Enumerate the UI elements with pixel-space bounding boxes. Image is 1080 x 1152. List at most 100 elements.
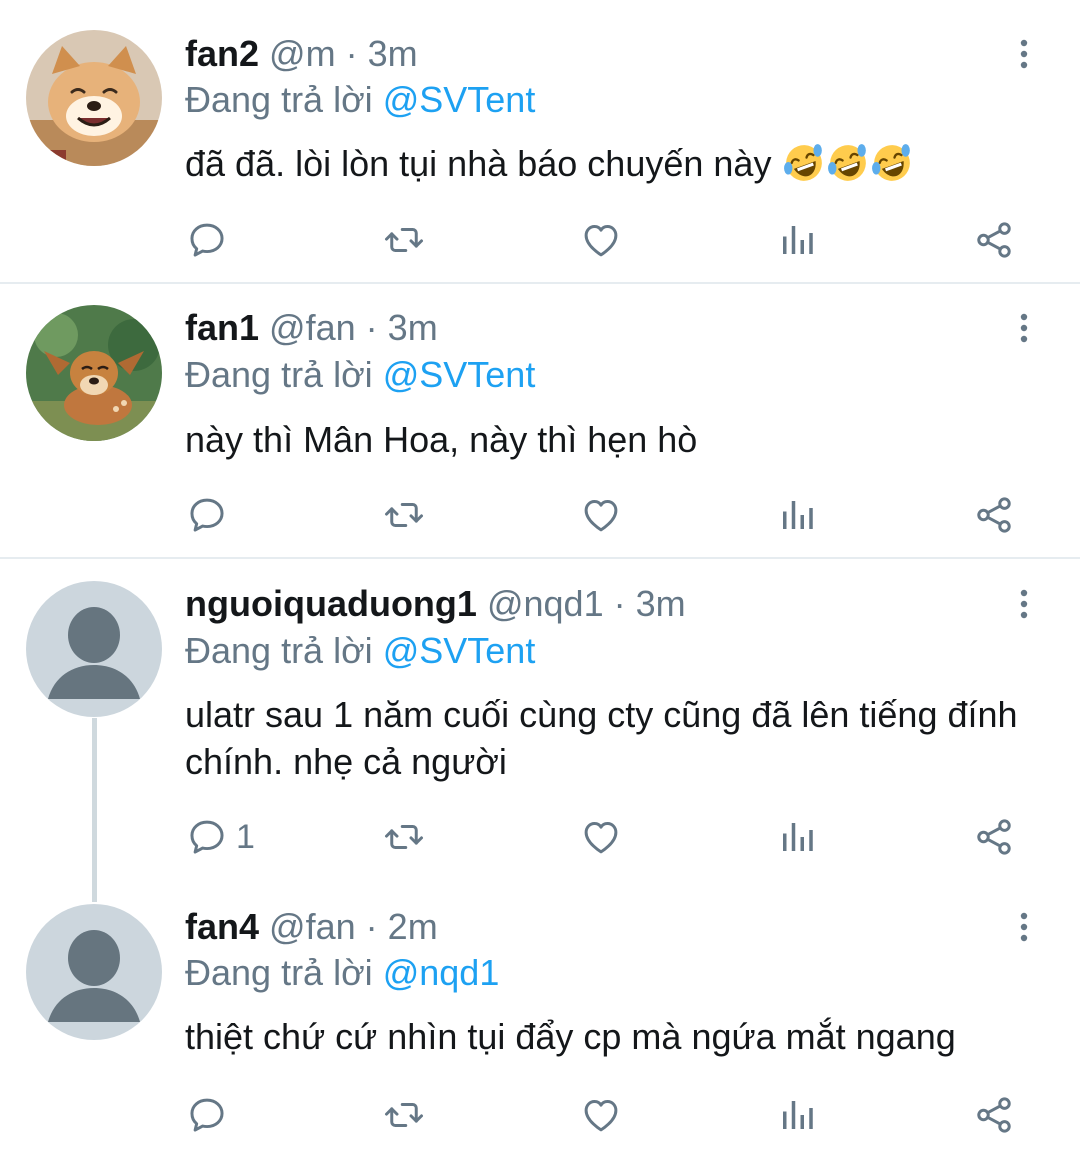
like-icon xyxy=(580,494,622,536)
avatar[interactable] xyxy=(26,30,162,166)
more-options-icon[interactable] xyxy=(1006,306,1042,350)
mention-link[interactable]: @SVTent xyxy=(383,354,536,395)
retweet-button[interactable] xyxy=(383,1090,425,1140)
retweet-button[interactable] xyxy=(383,812,425,862)
shiba-dog-avatar-image xyxy=(26,30,162,166)
default-user-avatar-image xyxy=(26,904,162,1040)
tweet-header: fan4 @fan · 2m xyxy=(185,905,438,949)
avatar[interactable] xyxy=(26,305,162,441)
retweet-icon xyxy=(383,1094,425,1136)
mention-link[interactable]: @SVTent xyxy=(383,79,536,120)
replying-to: Đang trả lời @nqd1 xyxy=(185,951,499,995)
analytics-icon xyxy=(776,494,818,536)
user-handle[interactable]: @fan xyxy=(269,906,356,947)
reply-icon xyxy=(186,494,228,536)
separator-dot: · xyxy=(345,33,358,74)
rolling-on-floor-laughing-icon xyxy=(783,142,825,184)
tweet-text-body: ulatr sau 1 năm cuối cùng cty cũng đã lê… xyxy=(185,694,1018,782)
retweet-button[interactable] xyxy=(383,490,425,540)
replying-to-label: Đang trả lời xyxy=(185,79,373,120)
user-handle[interactable]: @fan xyxy=(269,307,356,348)
analytics-icon xyxy=(776,816,818,858)
timestamp[interactable]: 2m xyxy=(388,906,438,947)
tweet-header: nguoiquaduong1 @nqd1 · 3m xyxy=(185,582,686,626)
timestamp[interactable]: 3m xyxy=(388,307,438,348)
replying-to: Đang trả lời @SVTent xyxy=(185,78,535,122)
tweet-header: fan2 @m · 3m xyxy=(185,32,418,76)
separator-dot: · xyxy=(365,307,378,348)
more-options-icon[interactable] xyxy=(1006,582,1042,626)
like-button[interactable] xyxy=(580,1090,622,1140)
separator-dot: · xyxy=(613,583,626,624)
rolling-on-floor-laughing-icon xyxy=(871,142,913,184)
default-user-avatar-image xyxy=(26,581,162,717)
tweet-text: thiệt chứ cứ nhìn tụi đẩy cp mà ngứa mắt… xyxy=(185,1013,1055,1060)
rolling-on-floor-laughing-icon xyxy=(827,142,869,184)
retweet-icon xyxy=(383,219,425,261)
tweet-text-body: thiệt chứ cứ nhìn tụi đẩy cp mà ngứa mắt… xyxy=(185,1016,956,1057)
reply-icon xyxy=(186,219,228,261)
analytics-icon xyxy=(776,219,818,261)
avatar[interactable] xyxy=(26,904,162,1040)
reply-button[interactable] xyxy=(186,1090,236,1140)
user-handle[interactable]: @m xyxy=(269,33,336,74)
analytics-button[interactable] xyxy=(776,490,818,540)
tweet-actions: 1 xyxy=(0,812,1080,862)
reply-button[interactable]: 1 xyxy=(186,812,255,862)
tweet-text: này thì Mân Hoa, này thì hẹn hò xyxy=(185,416,1055,463)
like-icon xyxy=(580,816,622,858)
tweet-card[interactable]: nguoiquaduong1 @nqd1 · 3m Đang trả lời @… xyxy=(0,559,1080,879)
tweet-text: ulatr sau 1 năm cuối cùng cty cũng đã lê… xyxy=(185,691,1055,785)
retweet-icon xyxy=(383,494,425,536)
display-name[interactable]: fan2 xyxy=(185,33,259,74)
share-button[interactable] xyxy=(973,1090,1015,1140)
display-name[interactable]: fan4 xyxy=(185,906,259,947)
replying-to-label: Đang trả lời xyxy=(185,354,373,395)
tweet-text: đã đã. lòi lòn tụi nhà báo chuyến này xyxy=(185,140,1055,187)
tweet-card[interactable]: fan4 @fan · 2m Đang trả lời @nqd1 thiệt … xyxy=(0,879,1080,1152)
reply-button[interactable] xyxy=(186,490,236,540)
share-icon xyxy=(973,494,1015,536)
analytics-button[interactable] xyxy=(776,215,818,265)
more-options-icon[interactable] xyxy=(1006,32,1042,76)
more-options-icon[interactable] xyxy=(1006,905,1042,949)
share-icon xyxy=(973,816,1015,858)
tweet-card[interactable]: fan1 @fan · 3m Đang trả lời @SVTent này … xyxy=(0,284,1080,557)
timestamp[interactable]: 3m xyxy=(636,583,686,624)
tweet-actions xyxy=(0,1090,1080,1140)
timestamp[interactable]: 3m xyxy=(368,33,418,74)
reply-button[interactable] xyxy=(186,215,236,265)
share-icon xyxy=(973,219,1015,261)
tweet-actions xyxy=(0,490,1080,540)
analytics-button[interactable] xyxy=(776,1090,818,1140)
like-button[interactable] xyxy=(580,812,622,862)
replying-to-label: Đang trả lời xyxy=(185,952,373,993)
like-icon xyxy=(580,1094,622,1136)
replying-to: Đang trả lời @SVTent xyxy=(185,629,535,673)
like-button[interactable] xyxy=(580,215,622,265)
like-icon xyxy=(580,219,622,261)
retweet-button[interactable] xyxy=(383,215,425,265)
share-icon xyxy=(973,1094,1015,1136)
tweet-text-body: đã đã. lòi lòn tụi nhà báo chuyến này xyxy=(185,143,772,184)
share-button[interactable] xyxy=(973,812,1015,862)
tweet-card[interactable]: fan2 @m · 3m Đang trả lời @SVTent đã đã.… xyxy=(0,0,1080,282)
analytics-icon xyxy=(776,1094,818,1136)
mention-link[interactable]: @nqd1 xyxy=(383,952,500,993)
like-button[interactable] xyxy=(580,490,622,540)
display-name[interactable]: fan1 xyxy=(185,307,259,348)
tweet-header: fan1 @fan · 3m xyxy=(185,306,438,350)
tweet-text-body: này thì Mân Hoa, này thì hẹn hò xyxy=(185,419,698,460)
avatar[interactable] xyxy=(26,581,162,717)
replying-to-label: Đang trả lời xyxy=(185,630,373,671)
reply-icon xyxy=(186,1094,228,1136)
share-button[interactable] xyxy=(973,215,1015,265)
user-handle[interactable]: @nqd1 xyxy=(487,583,604,624)
bambi-fawn-avatar-image xyxy=(26,305,162,441)
analytics-button[interactable] xyxy=(776,812,818,862)
share-button[interactable] xyxy=(973,490,1015,540)
separator-dot: · xyxy=(365,906,378,947)
display-name[interactable]: nguoiquaduong1 xyxy=(185,583,477,624)
mention-link[interactable]: @SVTent xyxy=(383,630,536,671)
reply-icon xyxy=(186,816,228,858)
